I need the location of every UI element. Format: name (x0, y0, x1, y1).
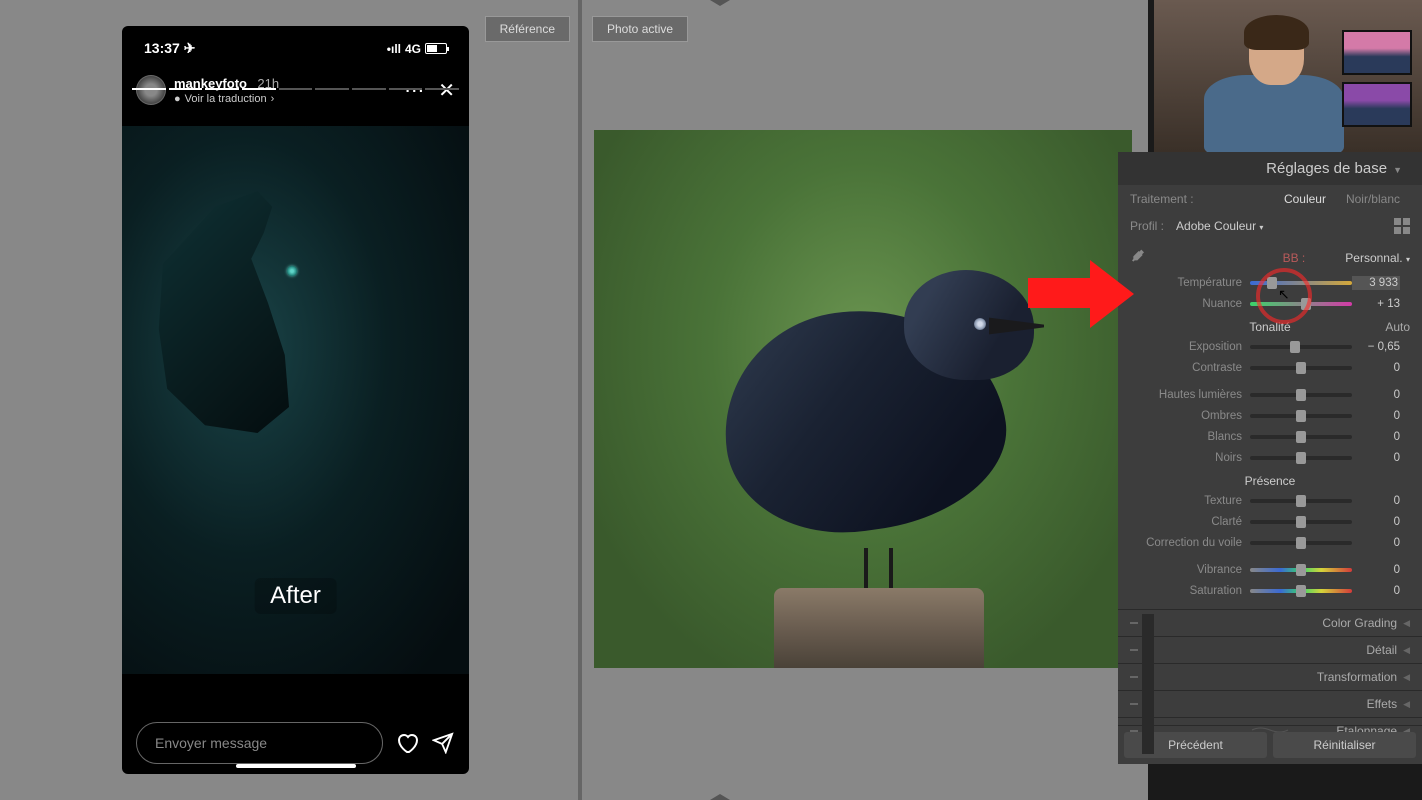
panel-footer: Précédent Réinitialiser (1118, 725, 1422, 764)
phone-status-right: •ıll 4G (387, 42, 447, 56)
phone-time: 13:37 ✈ (144, 40, 195, 57)
avatar[interactable] (136, 75, 166, 105)
highlights-slider[interactable]: Hautes lumières 0 (1118, 384, 1422, 405)
wb-label: BB : (1283, 251, 1306, 265)
story-progress (132, 88, 459, 90)
panel-scrollbar[interactable] (1142, 614, 1154, 754)
active-photo[interactable] (594, 130, 1132, 668)
reference-phone: 13:37 ✈ •ıll 4G mankeyfoto 21h ● Voir la… (122, 26, 469, 774)
panel-title[interactable]: Réglages de base (1118, 152, 1422, 185)
network-label: 4G (405, 42, 421, 56)
color-toggle[interactable]: Couleur (1274, 190, 1336, 208)
wb-dropdown[interactable]: Personnal. ▾ (1345, 251, 1410, 265)
wb-row: BB : Personnal. ▾ (1118, 239, 1422, 272)
profile-label: Profil : (1130, 219, 1164, 233)
heart-icon[interactable] (395, 731, 419, 755)
close-icon[interactable]: ✕ (438, 78, 455, 103)
cursor-icon: ↖ (1278, 286, 1290, 303)
whites-slider[interactable]: Blancs 0 (1118, 426, 1422, 447)
effects-panel[interactable]: Effets◀ (1118, 690, 1422, 717)
treatment-row: Traitement : Couleur Noir/blanc (1118, 185, 1422, 213)
webcam-overlay (1154, 0, 1422, 152)
arrow-annotation (1028, 248, 1138, 336)
message-input[interactable]: Envoyer message (136, 722, 383, 764)
active-photo-tab[interactable]: Photo active (592, 16, 688, 42)
more-icon[interactable]: ⋯ (404, 78, 424, 103)
basic-panel: Réglages de base Traitement : Couleur No… (1118, 152, 1422, 764)
collapse-top-icon[interactable] (710, 0, 730, 6)
auto-button[interactable]: Auto (1385, 320, 1410, 334)
profile-value[interactable]: Adobe Couleur ▾ (1176, 219, 1263, 233)
contrast-slider[interactable]: Contraste 0 (1118, 357, 1422, 378)
exposure-value: − 0,65 (1352, 341, 1400, 353)
battery-icon (425, 43, 447, 54)
send-icon[interactable] (431, 731, 455, 755)
exposure-slider[interactable]: Exposition − 0,65 (1118, 336, 1422, 357)
texture-slider[interactable]: Texture 0 (1118, 490, 1422, 511)
profile-browser-icon[interactable] (1394, 218, 1410, 234)
collapse-bottom-icon[interactable] (710, 794, 730, 800)
profile-row: Profil : Adobe Couleur ▾ (1118, 213, 1422, 239)
pane-divider[interactable] (578, 0, 582, 800)
transform-panel[interactable]: Transformation◀ (1118, 663, 1422, 690)
dehaze-slider[interactable]: Correction du voile 0 (1118, 532, 1422, 553)
phone-statusbar: 13:37 ✈ •ıll 4G (122, 26, 469, 65)
vibrance-slider[interactable]: Vibrance 0 (1118, 559, 1422, 580)
after-label: After (254, 578, 337, 614)
home-indicator (236, 764, 356, 768)
workspace: Référence Photo active 13:37 ✈ •ıll 4G m… (0, 0, 1148, 800)
reset-button[interactable]: Réinitialiser (1273, 732, 1416, 758)
temperature-value: 3 933 (1352, 276, 1400, 290)
treatment-label: Traitement : (1130, 192, 1194, 206)
translate-link[interactable]: ● Voir la traduction › (174, 93, 279, 105)
story-header: mankeyfoto 21h ● Voir la traduction › ⋯ … (122, 65, 469, 115)
reference-tab[interactable]: Référence (485, 16, 570, 42)
shadows-slider[interactable]: Ombres 0 (1118, 405, 1422, 426)
clarity-slider[interactable]: Clarté 0 (1118, 511, 1422, 532)
tint-value: + 13 (1352, 298, 1400, 310)
saturation-slider[interactable]: Saturation 0 (1118, 580, 1422, 601)
colorgrading-panel[interactable]: Color Grading◀ (1118, 609, 1422, 636)
signal-icon: •ıll (387, 42, 401, 56)
detail-panel[interactable]: Détail◀ (1118, 636, 1422, 663)
presence-section: Présence (1118, 468, 1422, 490)
blacks-slider[interactable]: Noirs 0 (1118, 447, 1422, 468)
bw-toggle[interactable]: Noir/blanc (1336, 190, 1410, 208)
